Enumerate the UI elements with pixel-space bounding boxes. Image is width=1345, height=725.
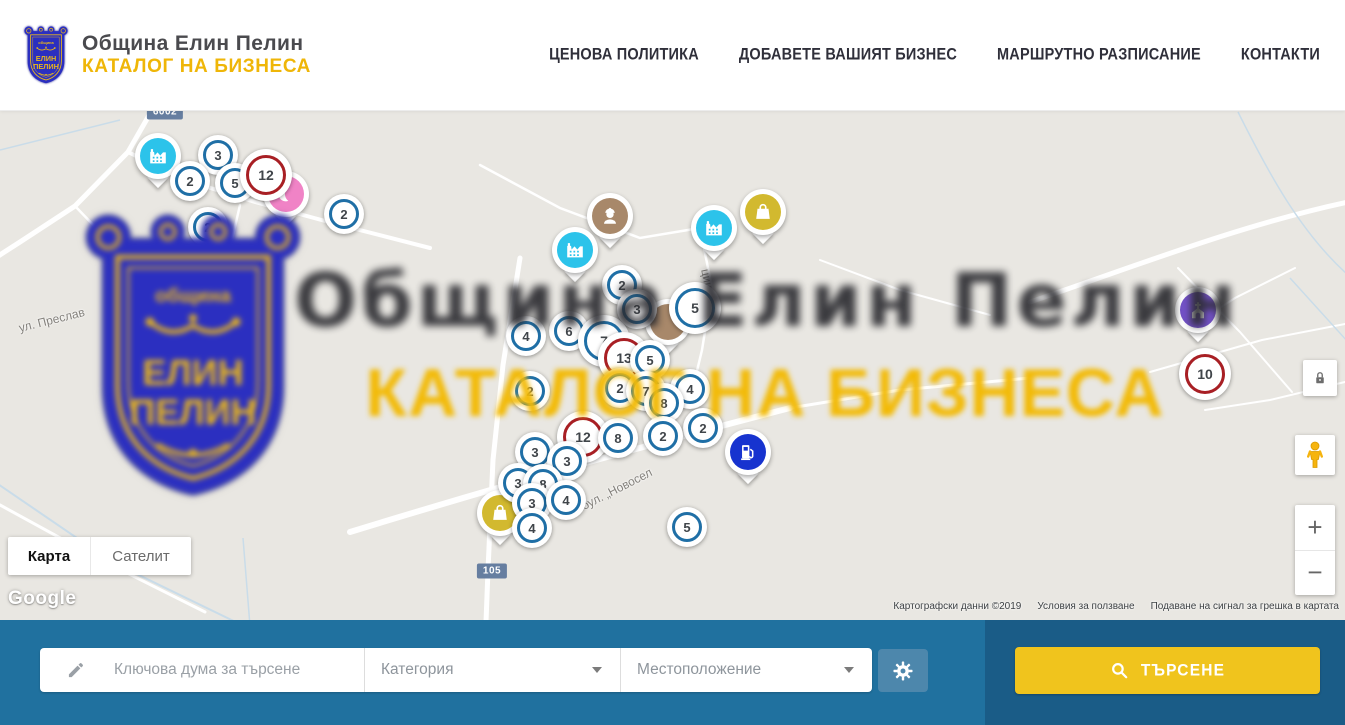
marker-cluster[interactable]: 2	[170, 161, 210, 201]
factory-icon	[557, 232, 593, 268]
attribution-text: Картографски данни ©2019	[893, 601, 1021, 612]
map-type-satellite-button[interactable]: Сателит	[90, 537, 191, 575]
map-attribution: Картографски данни ©2019 Условия за ползв…	[893, 601, 1339, 612]
cluster-count: 4	[562, 493, 569, 508]
search-fields-group: Категория Местоположение	[40, 648, 872, 692]
marker-cluster[interactable]: 4	[512, 508, 552, 548]
marker-factory-pin[interactable]	[691, 205, 737, 251]
chevron-down-icon	[592, 667, 602, 673]
pencil-icon	[66, 660, 86, 680]
cluster-count: 4	[528, 521, 535, 536]
marker-cluster[interactable]: 4	[506, 316, 546, 356]
cluster-count: 5	[683, 520, 690, 535]
attribution-link-2[interactable]: Подаване на сигнал за грешка в картата	[1151, 601, 1339, 612]
cluster-count: 2	[618, 278, 625, 293]
marker-cluster[interactable]: 8	[598, 418, 638, 458]
cluster-count: 5	[646, 353, 653, 368]
church-icon	[1180, 292, 1216, 328]
attribution-link-1[interactable]: Условия за ползване	[1037, 601, 1134, 612]
cluster-count: 3	[563, 454, 570, 469]
marker-factory-pin[interactable]	[552, 227, 598, 273]
marker-worker-pin[interactable]	[587, 193, 633, 239]
cluster-count: 3	[214, 148, 221, 163]
main-nav: ЦЕНОВА ПОЛИТИКА ДОБАВЕТЕ ВАШИЯТ БИЗНЕС МАР…	[549, 0, 1320, 110]
search-icon	[1110, 661, 1129, 680]
factory-icon	[696, 210, 732, 246]
nav-item-0[interactable]: ЦЕНОВА ПОЛИТИКА	[549, 46, 699, 64]
cluster-count: 2	[699, 421, 706, 436]
municipality-crest-logo	[24, 26, 68, 84]
cluster-count: 10	[1197, 366, 1213, 382]
cluster-count: 8	[614, 431, 621, 446]
cluster-count: 2	[616, 381, 623, 396]
marker-cluster[interactable]: 5	[667, 507, 707, 547]
zoom-in-button[interactable]: +	[1295, 505, 1335, 551]
cluster-count: 2	[204, 220, 211, 235]
factory-icon	[140, 138, 176, 174]
brand[interactable]: Община Елин Пелин КАТАЛОГ НА БИЗНЕСА	[24, 26, 311, 84]
nav-item-2[interactable]: МАРШРУТНО РАЗПИСАНИЕ	[997, 46, 1201, 64]
marker-cluster[interactable]: 2	[643, 416, 683, 456]
cluster-count: 5	[231, 176, 238, 191]
marker-fuel-pin[interactable]	[725, 429, 771, 475]
zoom-out-button[interactable]: −	[1295, 551, 1335, 596]
marker-cluster[interactable]: 5	[669, 282, 721, 334]
category-select[interactable]: Категория	[364, 648, 620, 692]
marker-layer: 325122223564713522748221283338344510	[0, 110, 1345, 620]
cluster-count: 2	[186, 174, 193, 189]
search-button-label: ТЪРСЕНЕ	[1141, 661, 1225, 681]
map-type-map-button[interactable]: Карта	[8, 537, 90, 575]
nav-item-1[interactable]: ДОБАВЕТЕ ВАШИЯТ БИЗНЕС	[739, 46, 957, 64]
search-bar: Категория Местоположение	[0, 620, 1345, 725]
cluster-count: 2	[340, 207, 347, 222]
cluster-count: 5	[691, 300, 699, 316]
marker-cluster[interactable]: 10	[1179, 348, 1231, 400]
cluster-count: 6	[565, 324, 572, 339]
gear-icon	[892, 660, 914, 682]
cluster-count: 12	[575, 429, 591, 445]
google-map[interactable]: 325122223564713522748221283338344510 Общ…	[0, 110, 1345, 620]
marker-cluster[interactable]: 2	[324, 194, 364, 234]
location-select[interactable]: Местоположение	[620, 648, 872, 692]
worker-icon	[592, 198, 628, 234]
advanced-settings-button[interactable]	[878, 649, 928, 692]
keyword-search-input[interactable]	[112, 660, 364, 680]
google-logo[interactable]: Google	[8, 588, 76, 610]
marker-cluster[interactable]: 2	[510, 371, 550, 411]
bag-icon	[745, 194, 781, 230]
search-button[interactable]: ТЪРСЕНЕ	[1015, 647, 1320, 694]
cluster-count: 2	[659, 429, 666, 444]
lock-control[interactable]	[1303, 360, 1337, 396]
cluster-count: 4	[686, 382, 693, 397]
cluster-count: 4	[522, 329, 529, 344]
marker-cluster[interactable]: 2	[188, 207, 228, 247]
cluster-count: 3	[531, 445, 538, 460]
pegman-icon	[1303, 441, 1327, 469]
fuel-icon	[730, 434, 766, 470]
category-select-label: Категория	[381, 661, 453, 679]
location-select-label: Местоположение	[637, 661, 761, 679]
header: Община Елин Пелин КАТАЛОГ НА БИЗНЕСА ЦЕН…	[0, 0, 1345, 111]
marker-cluster[interactable]: 4	[546, 480, 586, 520]
marker-church-pin[interactable]	[1175, 287, 1221, 333]
cluster-count: 8	[660, 396, 667, 411]
street-view-pegman-control[interactable]	[1295, 435, 1335, 475]
zoom-control: + −	[1295, 505, 1335, 595]
keyword-field	[40, 648, 364, 692]
map-type-control: Карта Сателит	[8, 537, 191, 575]
cluster-count: 3	[633, 302, 640, 317]
lock-icon	[1311, 369, 1329, 387]
brand-subtitle: КАТАЛОГ НА БИЗНЕСА	[82, 56, 311, 78]
nav-item-3[interactable]: КОНТАКТИ	[1241, 46, 1320, 64]
brand-title: Община Елин Пелин	[82, 32, 311, 56]
cluster-count: 2	[526, 384, 533, 399]
marker-cluster[interactable]: 12	[240, 149, 292, 201]
marker-bag-pin[interactable]	[740, 189, 786, 235]
marker-cluster[interactable]: 2	[683, 408, 723, 448]
brand-text: Община Елин Пелин КАТАЛОГ НА БИЗНЕСА	[82, 32, 311, 78]
cluster-count: 12	[258, 167, 274, 183]
chevron-down-icon	[844, 667, 854, 673]
